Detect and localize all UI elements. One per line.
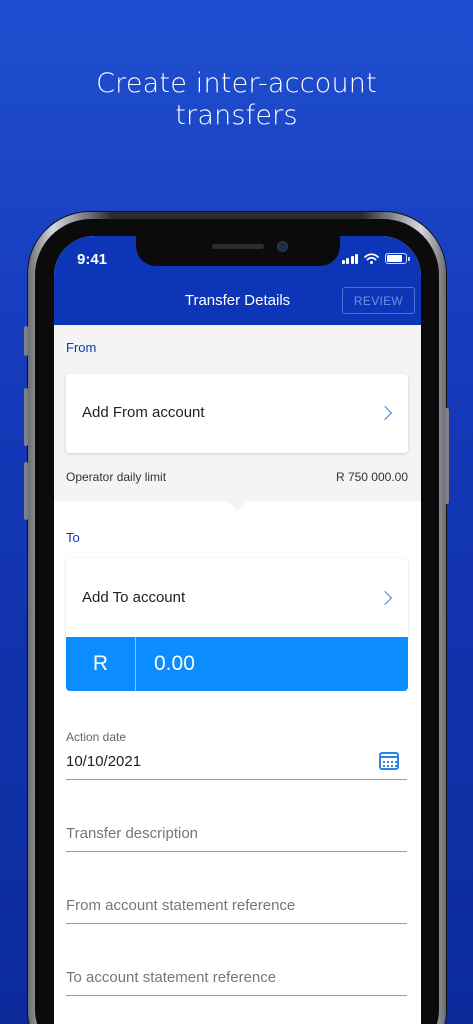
add-to-account-label: Add To account — [82, 589, 186, 606]
transfer-description-field[interactable]: Transfer description — [66, 822, 407, 852]
review-button[interactable]: REVIEW — [342, 287, 415, 314]
battery-icon — [385, 252, 410, 264]
action-date-value: 10/10/2021 — [66, 753, 142, 770]
speaker-grille — [212, 244, 264, 249]
from-reference-field[interactable]: From account statement reference — [66, 894, 407, 924]
wifi-icon — [364, 252, 379, 264]
add-from-account-card[interactable]: Add From account — [66, 374, 408, 453]
headline-line-2: transfers — [175, 100, 298, 131]
operator-limit-label: Operator daily limit — [66, 470, 167, 484]
operator-limit-value: R 750 000.00 — [335, 470, 408, 484]
add-to-account-card[interactable]: Add To account — [66, 558, 408, 638]
to-reference-placeholder: To account statement reference — [66, 969, 277, 986]
amount-input[interactable]: R 0.00 — [66, 637, 408, 691]
status-time: 9:41 — [77, 251, 108, 268]
status-icons — [341, 251, 410, 265]
calendar-icon[interactable] — [379, 752, 399, 770]
side-button-power — [445, 408, 449, 504]
marketing-headline: Create inter-account transfers — [0, 68, 473, 132]
from-reference-placeholder: From account statement reference — [66, 897, 296, 914]
side-button-volume-down — [24, 462, 28, 520]
amount-value: 0.00 — [154, 652, 195, 675]
app-screen: 9:41 Transfer Details REVIEW From Add Fr… — [54, 236, 421, 1024]
camera-notch — [136, 236, 340, 266]
top-navbar: 9:41 Transfer Details REVIEW — [54, 236, 421, 325]
add-from-account-label: Add From account — [82, 404, 205, 421]
currency-symbol: R — [66, 637, 136, 691]
from-section: From Add From account Operator daily lim… — [54, 325, 421, 501]
from-label: From — [66, 340, 97, 355]
chevron-right-icon — [377, 405, 393, 421]
chevron-right-icon — [377, 590, 393, 606]
side-button-mute — [24, 326, 28, 356]
to-label: To — [66, 530, 80, 545]
side-button-volume-up — [24, 388, 28, 446]
section-pointer — [227, 501, 247, 511]
signal-icon — [341, 253, 358, 264]
to-reference-field[interactable]: To account statement reference — [66, 966, 407, 996]
action-date-label: Action date — [66, 730, 127, 744]
headline-line-1: Create inter-account — [96, 68, 377, 99]
transfer-description-placeholder: Transfer description — [66, 825, 198, 842]
action-date-field[interactable]: Action date 10/10/2021 — [66, 728, 407, 780]
front-camera — [277, 241, 288, 252]
